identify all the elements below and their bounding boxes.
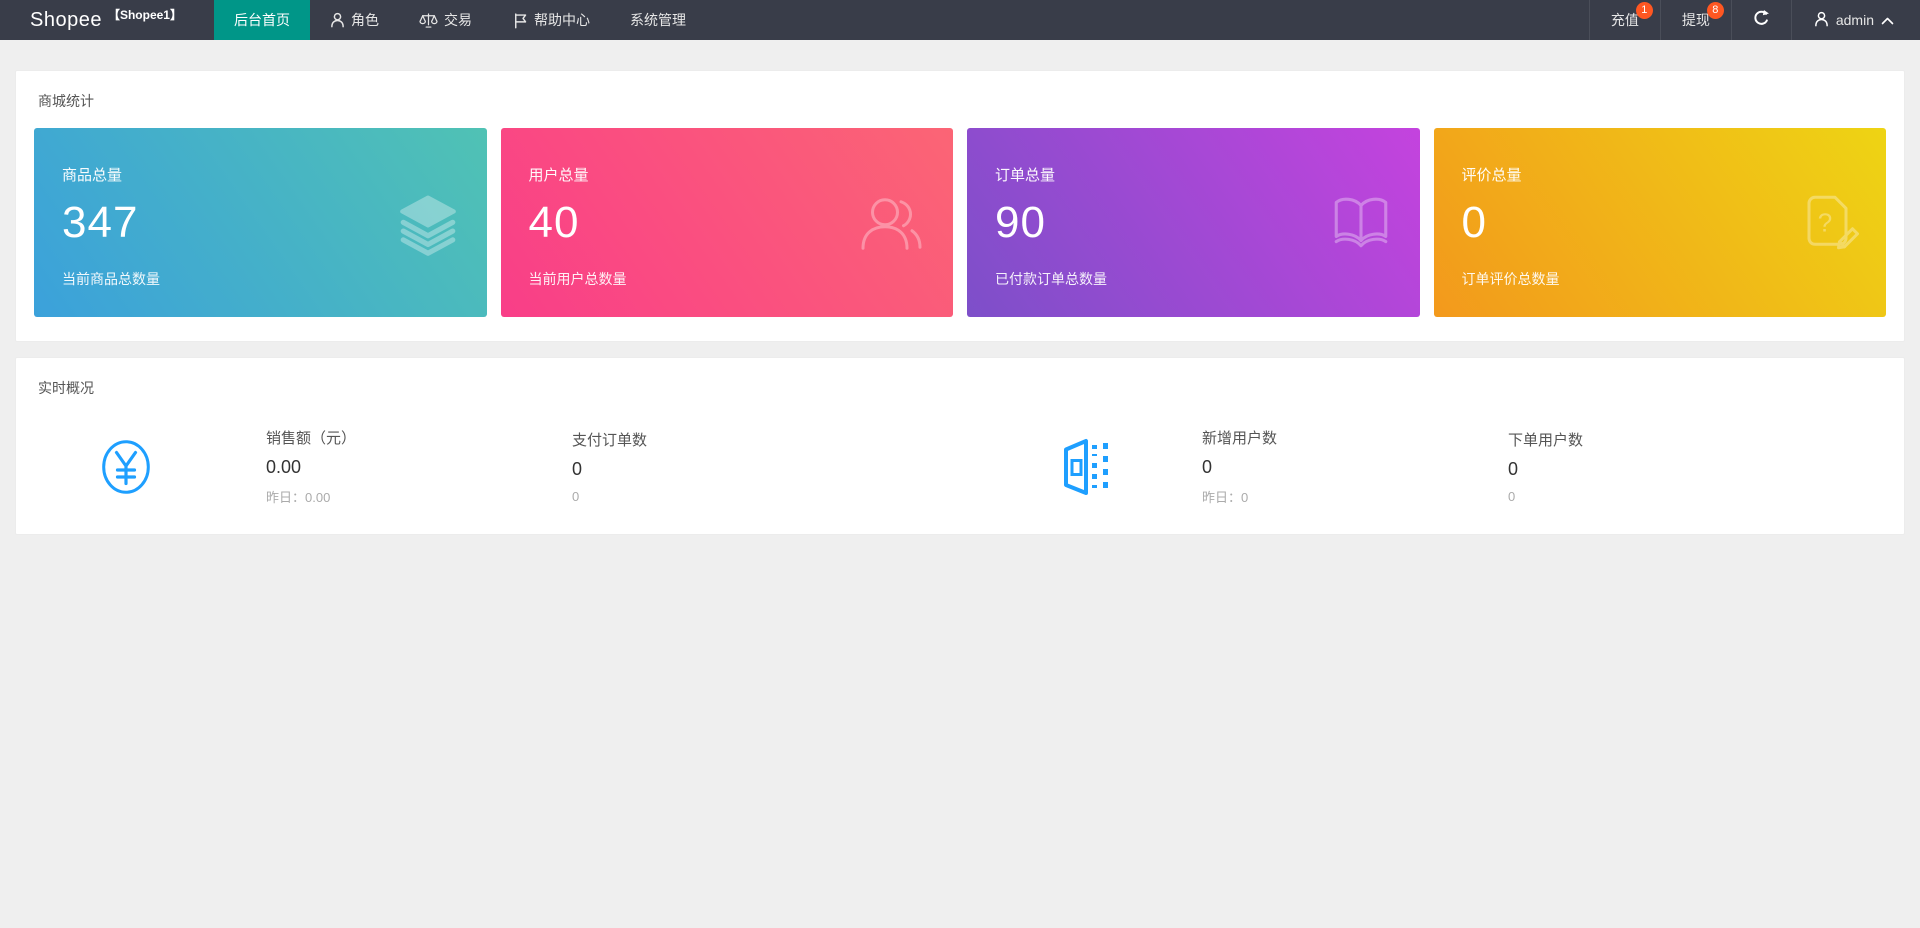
- card-sublabel: 订单评价总数量: [1461, 271, 1560, 287]
- stat-card-products[interactable]: 商品总量 347 当前商品总数量: [34, 128, 487, 317]
- stat-value: 0.00: [266, 457, 302, 477]
- realtime-overview-title: 实时概况: [38, 380, 94, 396]
- card-sublabel: 已付款订单总数量: [995, 271, 1107, 287]
- card-sublabel: 当前商品总数量: [62, 271, 160, 287]
- building-icon: [1058, 436, 1118, 498]
- users-icon: [855, 191, 927, 260]
- nav-item-system[interactable]: 系统管理: [610, 0, 706, 40]
- nav-item-label: 帮助中心: [534, 12, 590, 28]
- top-navbar: Shopee 【Shopee1】 后台首页 角色 交易 帮助中心 系统管理 充值…: [0, 0, 1920, 40]
- mall-statistics-title: 商城统计: [38, 93, 94, 109]
- withdraw-button[interactable]: 提现 8: [1659, 0, 1731, 40]
- card-label: 订单总量: [995, 167, 1056, 184]
- nav-item-label: 角色: [351, 12, 379, 28]
- stat-sales: 销售额（元） 0.00 昨日：0.00: [266, 427, 572, 506]
- scales-icon: [419, 12, 438, 29]
- mall-statistics-panel: 商城统计 商品总量 347 当前商品总数量 用户总量 40 当前用户总数量 订单…: [15, 70, 1905, 342]
- stat-label: 下单用户数: [1508, 432, 1584, 449]
- user-menu[interactable]: admin: [1790, 0, 1920, 40]
- stat-label: 销售额（元）: [266, 430, 357, 447]
- stat-yesterday: 0: [572, 489, 580, 504]
- stat-value: 0: [572, 459, 583, 479]
- card-sublabel: 当前用户总数量: [528, 271, 627, 287]
- nav-item-label: 交易: [444, 12, 472, 28]
- realtime-stats-row: 销售额（元） 0.00 昨日：0.00 支付订单数 0 0 新增用户数 0 昨日…: [34, 427, 1904, 506]
- stat-card-users[interactable]: 用户总量 40 当前用户总数量: [500, 128, 953, 317]
- stat-yesterday: 0: [1508, 489, 1516, 504]
- card-label: 用户总量: [528, 167, 589, 184]
- main-menu: 后台首页 角色 交易 帮助中心 系统管理: [214, 0, 706, 40]
- card-label: 商品总量: [62, 167, 123, 184]
- stat-new-users: 新增用户数 0 昨日：0: [1202, 427, 1508, 506]
- brand-subtitle: 【Shopee1】: [107, 7, 182, 22]
- stat-value: 0: [1202, 457, 1213, 477]
- brand-name: Shopee: [30, 8, 102, 31]
- stat-paid-orders: 支付订单数 0 0: [572, 429, 878, 504]
- chevron-up-icon: [1881, 12, 1894, 28]
- username: admin: [1835, 12, 1874, 28]
- review-question-icon: ?: [1796, 191, 1860, 260]
- nav-item-help-center[interactable]: 帮助中心: [492, 0, 610, 40]
- stat-ordering-users: 下单用户数 0 0: [1508, 429, 1814, 504]
- book-icon: [1328, 194, 1394, 257]
- stat-card-reviews[interactable]: 评价总量 0 订单评价总数量 ?: [1433, 128, 1886, 317]
- nav-item-dashboard[interactable]: 后台首页: [214, 0, 310, 40]
- nav-item-roles[interactable]: 角色: [310, 0, 399, 40]
- card-label: 评价总量: [1461, 167, 1522, 184]
- recharge-button[interactable]: 充值 1: [1588, 0, 1660, 40]
- svg-text:?: ?: [1818, 207, 1832, 237]
- stat-value: 0: [1508, 459, 1519, 479]
- recharge-badge: 1: [1635, 2, 1653, 19]
- withdraw-label: 提现: [1681, 12, 1710, 28]
- stat-yesterday: 昨日：0: [1202, 490, 1249, 505]
- person-icon: [330, 12, 345, 28]
- nav-item-trade[interactable]: 交易: [399, 0, 492, 40]
- recharge-label: 充值: [1610, 12, 1639, 28]
- stat-cards-row: 商品总量 347 当前商品总数量 用户总量 40 当前用户总数量 订单总量 90…: [34, 128, 1886, 317]
- refresh-icon: [1752, 9, 1771, 31]
- flag-icon: [512, 12, 528, 29]
- yuan-coin-icon: [101, 439, 151, 495]
- stat-label: 新增用户数: [1202, 430, 1278, 447]
- brand-logo[interactable]: Shopee 【Shopee1】: [0, 0, 182, 40]
- withdraw-badge: 8: [1706, 2, 1724, 19]
- stat-yesterday: 昨日：0.00: [266, 490, 331, 505]
- nav-item-label: 系统管理: [630, 12, 686, 28]
- stat-label: 支付订单数: [572, 432, 648, 449]
- navbar-right: 充值 1 提现 8 admin: [1588, 0, 1920, 40]
- refresh-button[interactable]: [1730, 0, 1791, 40]
- nav-item-label: 后台首页: [234, 12, 290, 28]
- realtime-overview-panel: 实时概况 销售额（元） 0.00 昨日：0.00 支付订单数 0 0 新增用户数…: [15, 357, 1905, 535]
- stat-card-orders[interactable]: 订单总量 90 已付款订单总数量: [967, 128, 1420, 317]
- layers-icon: [395, 190, 461, 261]
- user-icon: [1814, 11, 1829, 30]
